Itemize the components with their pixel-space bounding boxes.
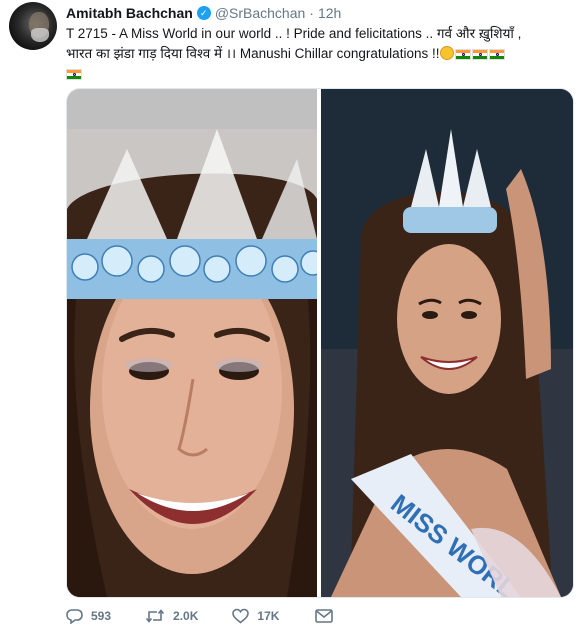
header-separator: · <box>309 5 314 21</box>
like-count: 17K <box>257 609 280 623</box>
india-flag-icon <box>472 49 489 60</box>
rofl-emoji-icon <box>440 46 455 60</box>
photo-left-drawing <box>67 89 317 597</box>
reply-button[interactable]: 593 <box>66 608 111 624</box>
photo-right[interactable]: MISS WORL <box>321 89 573 597</box>
tweet-text: T 2715 - A Miss World in our world .. ! … <box>66 24 571 84</box>
envelope-icon <box>315 609 334 623</box>
tweet-actions: 593 2.0K 17K <box>66 608 375 624</box>
tweet-timestamp[interactable]: 12h <box>318 5 341 21</box>
retweet-count: 2.0K <box>173 609 199 623</box>
author-handle[interactable]: @SrBachchan <box>215 5 305 21</box>
author-name[interactable]: Amitabh Bachchan <box>66 5 193 21</box>
tweet-header: Amitabh Bachchan ✓ @SrBachchan · 12h <box>66 4 341 22</box>
reply-icon <box>66 609 83 624</box>
tweet-text-line-2: भारत का झंडा गाड़ दिया विश्व में ।। Manu… <box>66 44 571 64</box>
photo-left[interactable] <box>67 89 317 597</box>
india-flag-icon <box>66 69 82 80</box>
heart-icon <box>232 608 250 624</box>
india-flag-icon <box>455 49 472 60</box>
tweet-text-line-1: T 2715 - A Miss World in our world .. ! … <box>66 26 522 41</box>
tweet-text-line-2-text: भारत का झंडा गाड़ दिया विश्व में ।। Manu… <box>66 46 440 61</box>
verified-badge-icon: ✓ <box>196 6 211 20</box>
author-avatar[interactable] <box>9 2 57 50</box>
retweet-button[interactable]: 2.0K <box>145 608 198 624</box>
india-flag-icon <box>489 49 506 60</box>
photo-right-drawing: MISS WORL <box>321 89 573 597</box>
like-button[interactable]: 17K <box>232 608 279 624</box>
reply-count: 593 <box>91 609 112 623</box>
tweet-media[interactable]: MISS WORL <box>66 88 574 598</box>
direct-message-button[interactable] <box>315 609 341 623</box>
retweet-icon <box>145 609 165 623</box>
tweet-text-line-3 <box>66 64 571 84</box>
avatar-beard <box>31 28 49 42</box>
